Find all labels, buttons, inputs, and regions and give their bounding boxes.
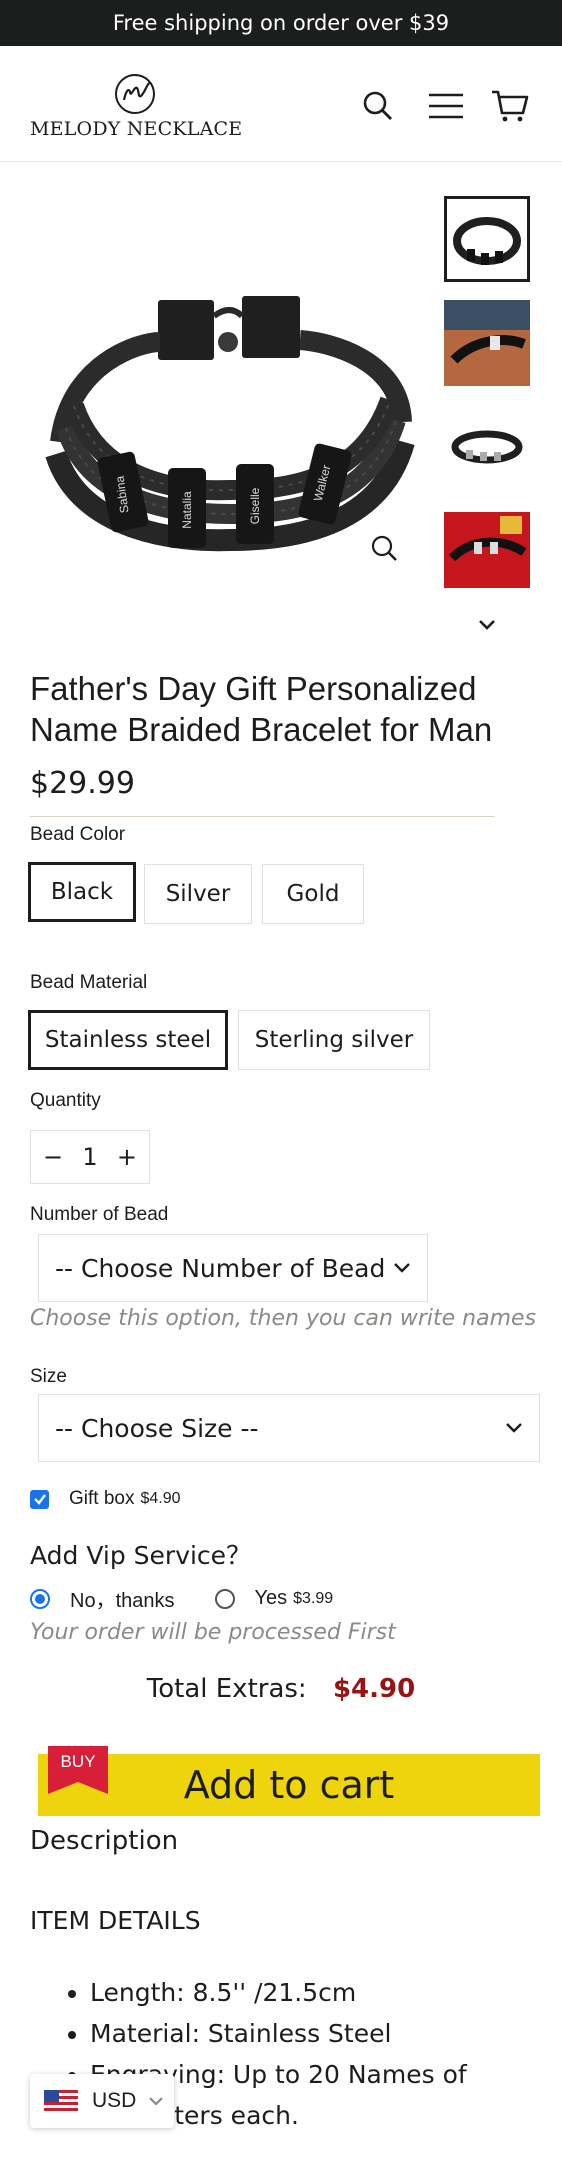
- vip-yes-radio[interactable]: [214, 1588, 235, 1609]
- number-of-bead-label: Number of Bead: [30, 1204, 169, 1225]
- announcement-bar: Free shipping on order over $39: [0, 0, 562, 46]
- add-to-cart-button[interactable]: Add to cart: [38, 1754, 540, 1816]
- thumbnail-4[interactable]: [444, 512, 530, 598]
- quantity-decrease-button[interactable]: −: [43, 1143, 63, 1171]
- vip-no-radio[interactable]: [30, 1588, 50, 1609]
- cart-icon: [492, 90, 529, 122]
- gift-box-label: Gift box: [69, 1488, 135, 1509]
- bead-name-2: Natalia: [180, 491, 194, 529]
- thumbnail-flat-image: [444, 404, 530, 490]
- chevron-down-icon: [149, 2097, 164, 2106]
- total-extras-value: $4.90: [332, 1674, 416, 1704]
- logo-mark-icon: [115, 74, 155, 114]
- chevron-down-icon: [391, 1257, 413, 1279]
- number-of-bead-select[interactable]: -- Choose Number of Bead --: [38, 1234, 428, 1302]
- thumbnail-1[interactable]: [444, 196, 530, 282]
- size-select[interactable]: -- Choose Size --: [38, 1394, 540, 1462]
- chevron-down-icon: [506, 1423, 522, 1433]
- vip-options: No，thanks Yes $3.99: [30, 1584, 333, 1613]
- swatch-stainless-steel[interactable]: Stainless steel: [28, 1010, 228, 1070]
- list-item: Material: Stainless Steel: [90, 2013, 540, 2054]
- quantity-label: Quantity: [30, 1090, 101, 1111]
- gift-box-option[interactable]: Gift box $4.90: [30, 1488, 181, 1510]
- menu-icon: [429, 93, 463, 119]
- search-button[interactable]: [358, 86, 398, 126]
- checkmark-icon: [33, 1494, 46, 1505]
- quantity-value[interactable]: 1: [82, 1143, 97, 1171]
- swatch-gold[interactable]: Gold: [262, 864, 364, 924]
- gift-box-checkbox[interactable]: [30, 1489, 49, 1509]
- bead-material-label: Bead Material: [30, 972, 148, 993]
- search-icon: [363, 91, 392, 120]
- swatch-black[interactable]: Black: [28, 862, 136, 922]
- bead-color-label: Bead Color: [30, 824, 126, 845]
- vip-service-title: Add Vip Service？: [30, 1541, 252, 1570]
- zoom-icon[interactable]: [368, 532, 402, 566]
- cart-button[interactable]: [490, 86, 530, 126]
- thumbnail-3[interactable]: [444, 404, 530, 490]
- swatch-silver[interactable]: Silver: [144, 864, 252, 924]
- bead-name-3: Giselle: [248, 487, 262, 524]
- gift-box-price: $4.90: [140, 1490, 181, 1507]
- swatch-sterling-silver[interactable]: Sterling silver: [238, 1010, 430, 1070]
- thumbnail-gift-image: [444, 512, 530, 588]
- divider: [30, 816, 494, 817]
- us-flag-icon: [44, 2090, 78, 2112]
- size-label: Size: [30, 1366, 67, 1387]
- quantity-increase-button[interactable]: +: [117, 1143, 137, 1171]
- product-title: Father's Day Gift Personalized Name Brai…: [30, 670, 493, 748]
- item-details-heading: ITEM DETAILS: [30, 1906, 201, 1935]
- size-value: -- Choose Size --: [55, 1413, 259, 1443]
- number-of-bead-value: -- Choose Number of Bead --: [55, 1253, 412, 1283]
- currency-selector[interactable]: USD: [30, 2074, 174, 2128]
- currency-code: USD: [92, 2089, 137, 2112]
- thumbnail-bracelet-image: [447, 199, 527, 279]
- vip-yes-label: Yes: [254, 1587, 288, 1609]
- total-extras-label: Total Extras:: [146, 1674, 307, 1704]
- quantity-stepper: − 1 +: [30, 1130, 150, 1184]
- buy-badge: BUY: [60, 1752, 96, 1771]
- list-item: Length: 8.5'' /21.5cm: [90, 1972, 540, 2013]
- menu-button[interactable]: [426, 86, 466, 126]
- brand-name: MELODY NECKLACE: [30, 118, 243, 140]
- add-to-cart-label: Add to cart: [183, 1763, 395, 1807]
- thumbnail-2[interactable]: [444, 300, 530, 386]
- vip-yes-price: $3.99: [293, 1589, 334, 1607]
- site-header: MELODY NECKLACE: [0, 46, 562, 162]
- vip-no-label: No，thanks: [70, 1590, 175, 1612]
- brand-logo[interactable]: MELODY NECKLACE: [30, 72, 242, 142]
- thumbnail-wrist-image: [444, 300, 530, 386]
- chevron-down-icon[interactable]: [474, 612, 500, 638]
- total-extras: Total Extras: $4.90: [0, 1674, 562, 1704]
- description-title: Description: [30, 1826, 179, 1856]
- number-of-bead-hint: Choose this option, then you can write n…: [30, 1306, 537, 1331]
- product-price: $29.99: [30, 766, 135, 801]
- announcement-text: Free shipping on order over $39: [112, 11, 450, 35]
- vip-hint: Your order will be processed First: [30, 1620, 396, 1645]
